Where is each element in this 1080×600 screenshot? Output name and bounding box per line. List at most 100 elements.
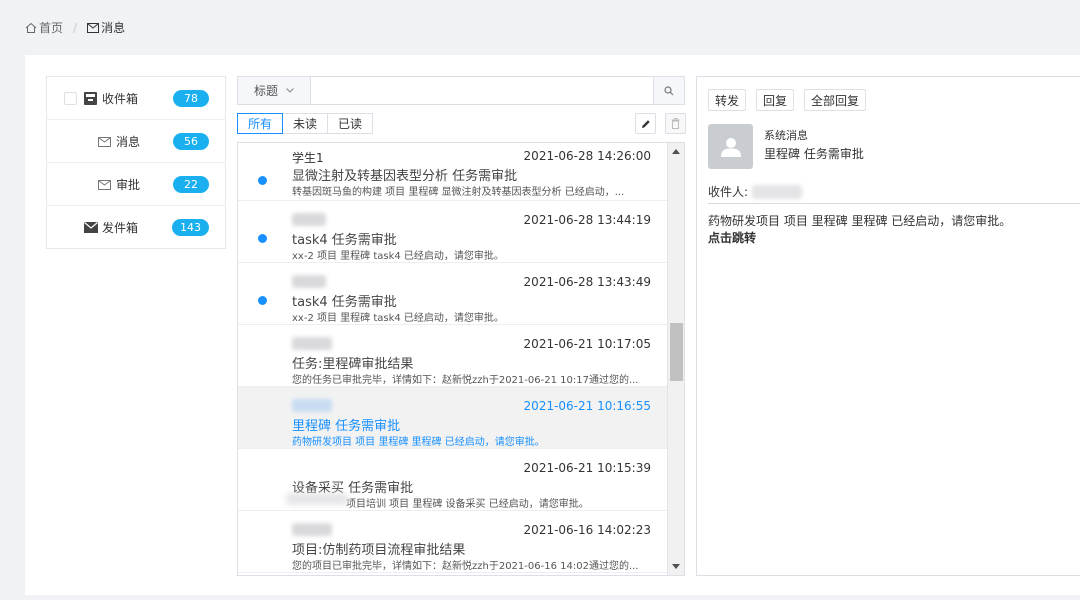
message-sender [292,337,332,352]
redacted-sender [292,399,332,412]
message-sender [292,275,326,290]
filter-unread[interactable]: 未读 [282,113,329,134]
search-field-select[interactable]: 标题 [238,77,311,104]
message-time: 2021-06-28 13:43:49 [523,275,651,289]
reply-button[interactable]: 回复 [756,89,795,111]
redacted-sender [292,523,332,536]
message-list-scrollbar[interactable] [667,143,684,575]
mail-icon [98,137,111,147]
mail-content-area: 收件箱 78 消息 56 审批 22 发件箱 143 标题 所有 未读 已读 学… [25,55,1080,595]
edit-button[interactable] [635,113,656,134]
inbox-icon [84,92,97,105]
unread-dot [258,176,267,185]
reply-all-button[interactable]: 全部回复 [804,89,867,111]
folder-messages[interactable]: 消息 56 [47,120,225,163]
message-list: 学生1 2021-06-28 14:26:00 显微注射及转基因表型分析 任务需… [237,142,685,576]
breadcrumb-current-label: 消息 [101,21,126,35]
filter-read[interactable]: 已读 [327,113,374,134]
envelope-filled-icon [84,222,98,233]
message-subject: task4 任务需审批 [292,295,397,310]
scroll-up-arrow[interactable] [672,149,680,154]
avatar [708,124,753,169]
message-subject: 项目:仿制药项目流程审批结果 [292,543,466,558]
scroll-down-arrow[interactable] [672,564,680,569]
recipient-label: 收件人: [708,185,749,199]
message-list-panel: 标题 所有 未读 已读 学生1 2021-06-28 14:26:00 显微注射… [237,76,686,576]
message-item[interactable]: 2021-06-21 10:15:39 设备采买 任务需审批 项目培训 项目 里… [238,449,684,511]
message-item[interactable]: 2021-06-28 13:43:49 task4 任务需审批 xx-2 项目 … [238,263,684,325]
breadcrumb-home-label: 首页 [39,21,64,35]
filter-all[interactable]: 所有 [237,113,284,134]
folder-panel: 收件箱 78 消息 56 审批 22 发件箱 143 [46,76,226,249]
message-sender [292,213,326,228]
message-time: 2021-06-16 14:02:23 [523,523,651,537]
search-input[interactable] [311,77,653,104]
detail-body: 药物研发项目 项目 里程碑 里程碑 已经启动，请您审批。 [708,214,1012,228]
folder-outbox[interactable]: 发件箱 143 [47,206,225,249]
message-subject: 任务:里程碑审批结果 [292,357,414,372]
folder-inbox-label: 收件箱 [102,91,139,106]
folder-approval[interactable]: 审批 22 [47,163,225,206]
inbox-count-badge: 78 [173,90,209,107]
inbox-checkbox[interactable] [64,91,77,105]
message-subject: task4 任务需审批 [292,233,397,248]
scroll-thumb[interactable] [670,323,683,381]
breadcrumb-home[interactable]: 首页 [25,19,63,36]
message-item[interactable]: 2021-06-16 14:02:23 项目:仿制药项目流程审批结果 您的项目已… [238,511,684,573]
detail-subject: 里程碑 任务需审批 [764,147,864,161]
approval-count-badge: 22 [173,176,209,193]
message-item-selected[interactable]: 2021-06-21 10:16:55 里程碑 任务需审批 药物研发项目 项目 … [238,387,684,449]
message-preview: xx-2 项目 里程碑 task4 已经启动，请您审批。 [292,313,504,324]
message-preview: xx-2 项目 里程碑 task4 已经启动，请您审批。 [292,251,504,262]
message-preview: 您的任务已审批完毕，详情如下：赵新悦zzh于2021-06-21 10:17通过… [292,375,639,386]
message-time: 2021-06-21 10:17:05 [523,337,651,351]
jump-link[interactable]: 点击跳转 [708,229,756,246]
redacted-project [286,493,348,505]
detail-recipient: 收件人: [708,183,803,200]
message-preview: 转基因斑马鱼的构建 项目 里程碑 显微注射及转基因表型分析 已经启动，... [292,187,625,198]
messages-count-badge: 56 [173,133,209,150]
folder-inbox[interactable]: 收件箱 78 [47,77,225,120]
message-item[interactable]: 学生1 2021-06-28 14:26:00 显微注射及转基因表型分析 任务需… [238,143,684,201]
message-detail-panel: 转发 回复 全部回复 系统消息 里程碑 任务需审批 收件人: 药物研发项目 项目… [696,76,1080,576]
detail-sender: 系统消息 [764,129,808,142]
message-time: 2021-06-21 10:15:39 [523,461,651,475]
message-preview: 药物研发项目 项目 里程碑 里程碑 已经启动，请您审批。 [292,437,545,448]
breadcrumb-current: 消息 [87,19,125,36]
home-icon [25,22,37,33]
pencil-icon [641,119,650,128]
read-filter-group: 所有 未读 已读 [237,113,374,134]
forward-button[interactable]: 转发 [708,89,747,111]
message-preview: 您的项目已审批完毕，详情如下：赵新悦zzh于2021-06-16 14:02通过… [292,561,639,572]
mail-icon [87,22,100,33]
delete-button[interactable] [665,113,686,134]
message-time: 2021-06-28 14:26:00 [523,149,651,163]
redacted-sender [292,213,326,226]
message-sender [292,399,332,414]
search-field-label: 标题 [253,84,278,98]
search-icon [664,85,674,95]
message-time: 2021-06-28 13:44:19 [523,213,651,227]
detail-actions: 转发 回复 全部回复 [708,89,867,111]
breadcrumb-separator: / [73,20,78,35]
outbox-count-badge: 143 [172,219,209,236]
breadcrumb: 首页 / 消息 [0,0,1080,55]
mail-icon [98,180,111,190]
search-bar: 标题 [237,76,685,105]
message-subject: 里程碑 任务需审批 [292,419,401,434]
message-item[interactable]: 2021-06-21 10:17:05 任务:里程碑审批结果 您的任务已审批完毕… [238,325,684,387]
unread-dot [258,234,267,243]
unread-dot [258,296,267,305]
message-preview: 项目培训 项目 里程碑 设备采买 已经启动，请您审批。 [346,499,589,510]
user-icon [720,137,741,157]
message-item[interactable]: 2021-06-28 13:44:19 task4 任务需审批 xx-2 项目 … [238,201,684,263]
chevron-down-icon [286,88,294,93]
folder-approval-label: 审批 [116,177,141,192]
folder-messages-label: 消息 [116,134,141,149]
redacted-sender [292,337,332,350]
redacted-recipient [752,184,803,199]
message-sender [292,523,332,538]
search-button[interactable] [653,77,684,104]
folder-outbox-label: 发件箱 [102,221,139,235]
message-subject: 显微注射及转基因表型分析 任务需审批 [292,169,518,184]
